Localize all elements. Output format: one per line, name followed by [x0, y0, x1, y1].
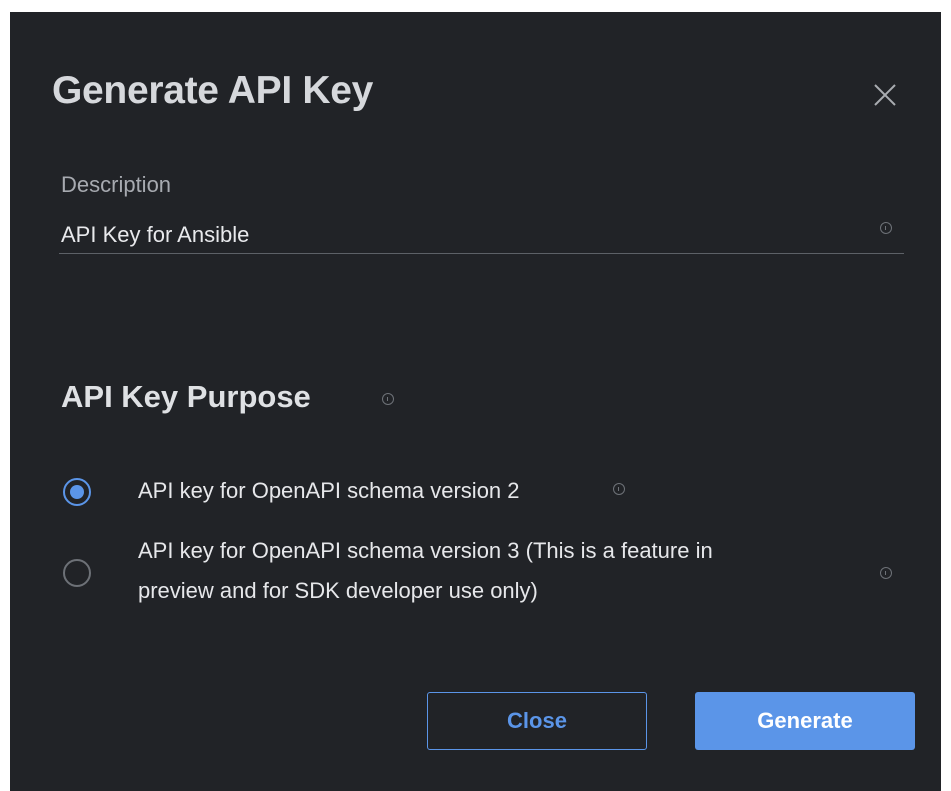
dialog-title: Generate API Key	[52, 69, 374, 112]
radio-openapi-v2-label[interactable]: API key for OpenAPI schema version 2	[138, 471, 873, 511]
openapi-v3-info-icon[interactable]	[880, 567, 892, 579]
radio-openapi-v3[interactable]	[63, 559, 91, 587]
close-button[interactable]: Close	[427, 692, 647, 750]
api-key-purpose-title: API Key Purpose	[61, 379, 311, 414]
openapi-v2-info-icon[interactable]	[613, 483, 625, 495]
radio-openapi-v3-label[interactable]: API key for OpenAPI schema version 3 (Th…	[138, 531, 873, 611]
radio-openapi-v3-text-line2: preview and for SDK developer use only)	[138, 578, 538, 603]
description-label: Description	[61, 172, 172, 197]
close-icon[interactable]	[868, 78, 902, 112]
description-info-icon[interactable]	[880, 222, 892, 234]
radio-openapi-v3-text-line1: API key for OpenAPI schema version 3 (Th…	[138, 538, 713, 563]
radio-openapi-v2-text: API key for OpenAPI schema version 2	[138, 478, 520, 503]
purpose-info-icon[interactable]	[382, 393, 394, 405]
radio-openapi-v2[interactable]	[63, 478, 91, 506]
generate-button[interactable]: Generate	[695, 692, 915, 750]
description-input[interactable]	[59, 216, 904, 254]
generate-api-key-dialog: Generate API Key Description API Key Pur…	[10, 12, 941, 791]
